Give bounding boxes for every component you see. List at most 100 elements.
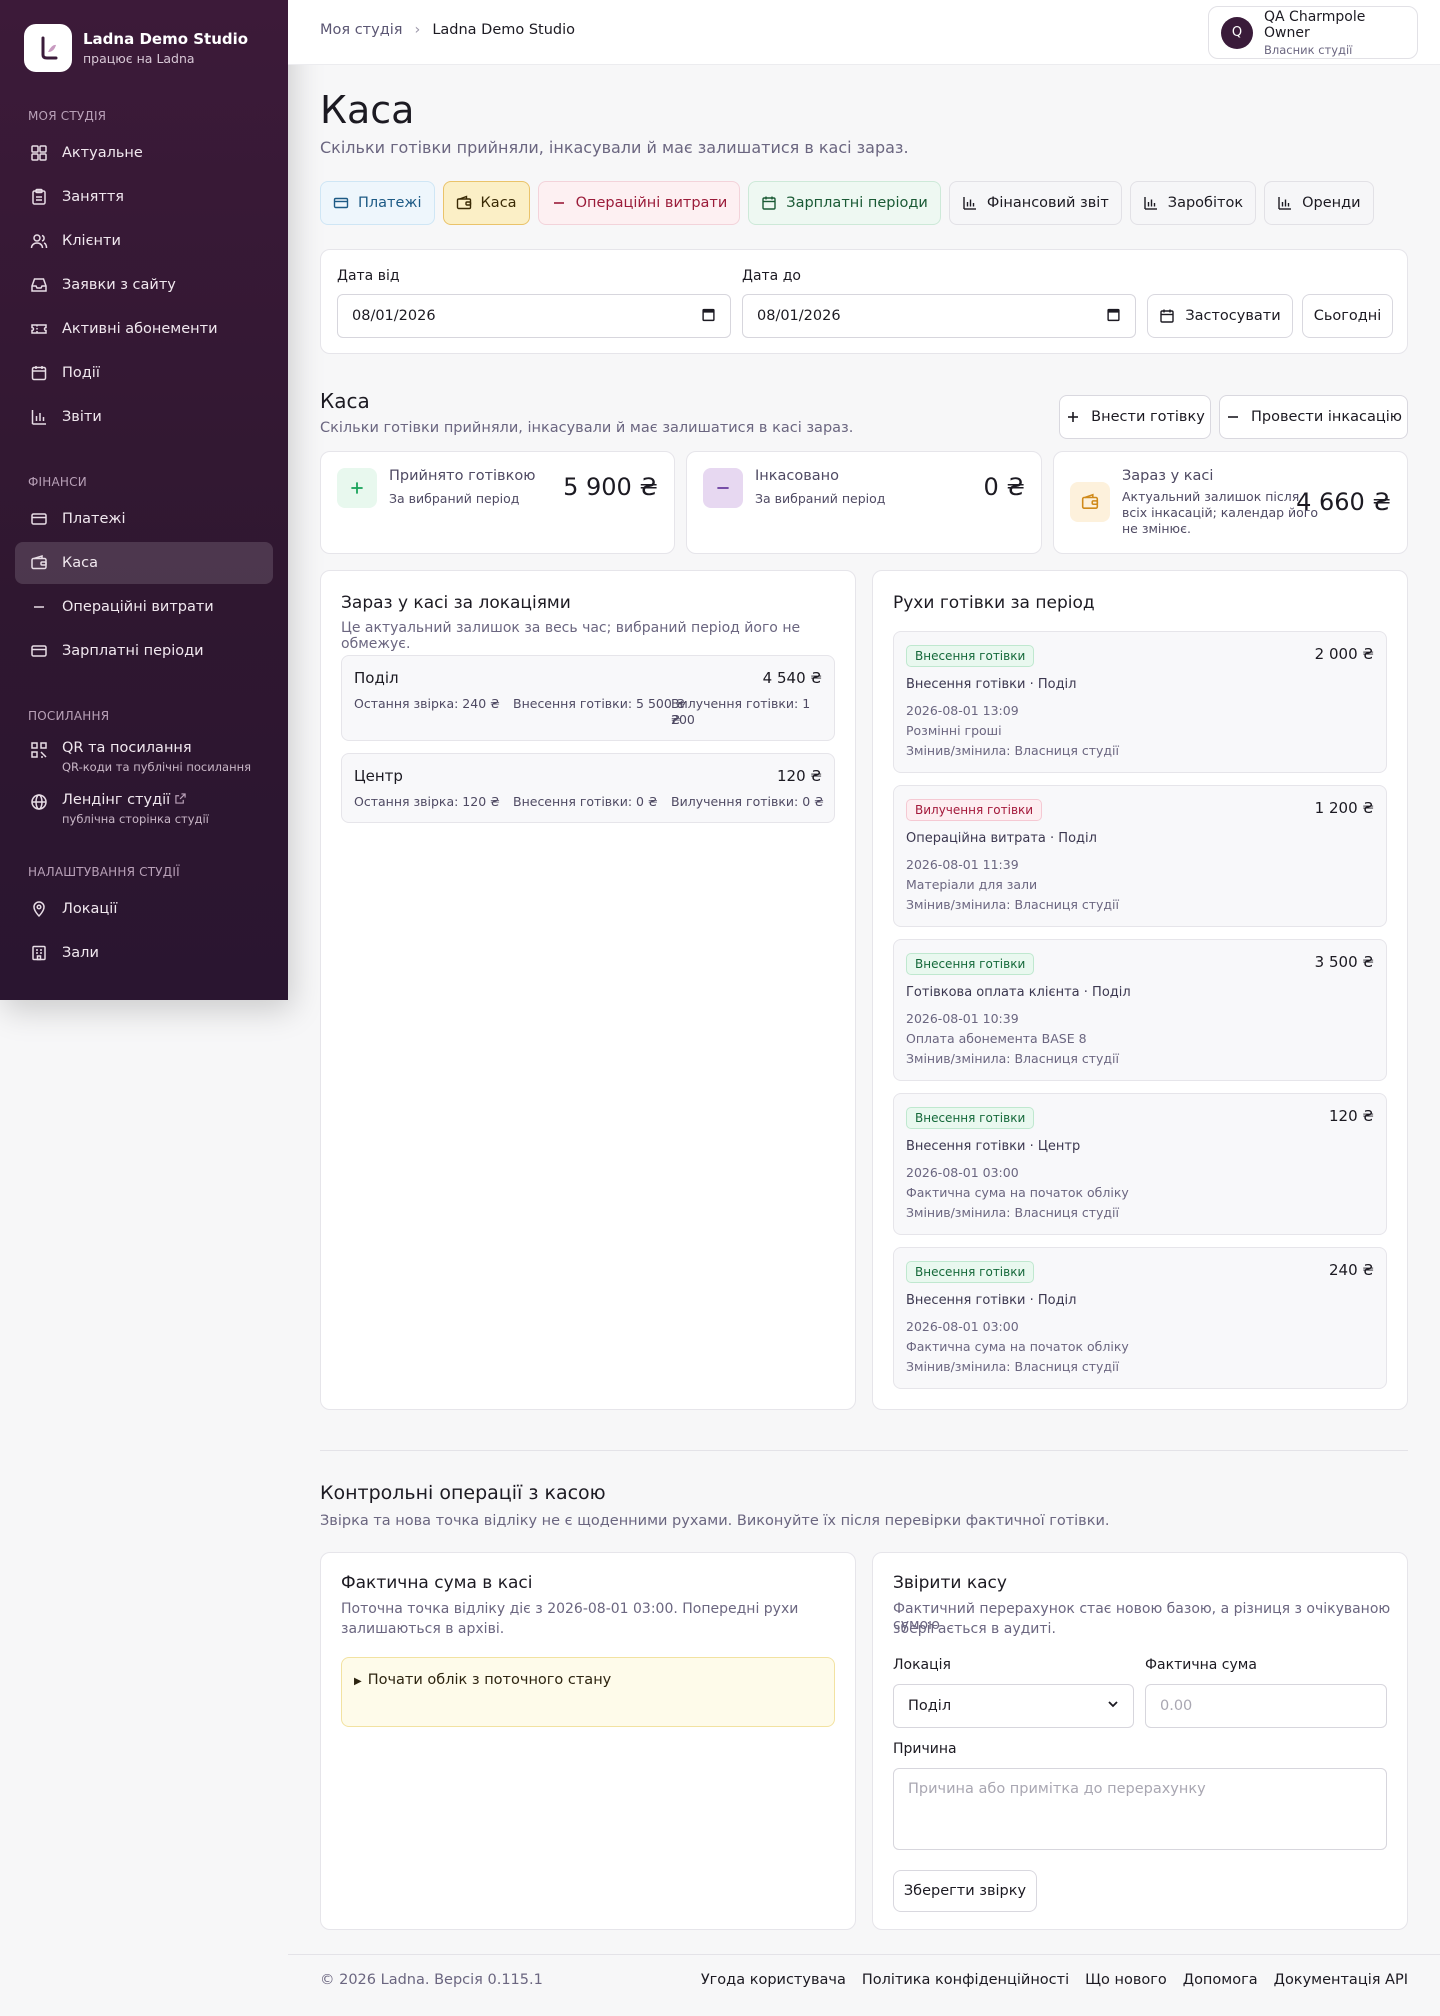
chevron-right-icon: › [414, 22, 421, 38]
move-author: Змінив/змінила: Власниця студії [906, 1359, 1120, 1374]
location-select-value: Поділ [908, 1698, 952, 1714]
footer-link-api-docs[interactable]: Документація API [1274, 1972, 1408, 1988]
bar-chart-icon [1144, 197, 1157, 210]
metric-sub: всіх інкасацій; календар його [1122, 505, 1319, 520]
sidebar-item-site-requests[interactable]: Заявки з сайту [15, 264, 273, 306]
sidebar-item-classes[interactable]: Заняття [15, 176, 273, 218]
sidebar-item-label: Активні абонементи [62, 321, 218, 337]
plus-icon [1068, 412, 1079, 422]
start-tracking-details[interactable]: ▶ Почати облік з поточного стану [341, 1657, 835, 1727]
section-label-my-studio: МОЯ СТУДІЯ [28, 109, 107, 123]
brand[interactable]: Ladna Demo Studio працює на Ladna [0, 0, 288, 74]
location-withdrawals-unit: ₴ [671, 712, 681, 727]
move-title: Готівкова оплата клієнта · Поділ [906, 985, 1131, 1000]
collect-cash-label: Провести інкасацію [1250, 409, 1402, 425]
sidebar-item-qr-links[interactable]: QR та посилання QR-коди та публічні посил… [15, 732, 273, 782]
page-lead: Скільки готівки прийняли, інкасували й м… [320, 138, 909, 157]
date-to-input[interactable]: 08/01/2026 [742, 294, 1136, 338]
sidebar-item-label: Події [62, 365, 100, 381]
move-amount: 120 ₴ [1328, 1107, 1374, 1125]
footer-link-terms[interactable]: Угода користувача [701, 1972, 846, 1988]
user-menu[interactable]: Q QA Charmpole Owner Власник студії [1208, 6, 1418, 59]
today-label: Сьогодні [1313, 308, 1382, 324]
sidebar-item-current[interactable]: Актуальне [15, 132, 273, 174]
tab-financial-report[interactable]: Фінансовий звіт [948, 181, 1122, 225]
deposit-cash-button[interactable]: Внести готівку [1059, 395, 1211, 439]
sidebar-item-label: Каса [62, 555, 99, 571]
section-label-studio-settings: НАЛАШТУВАННЯ СТУДІЇ [28, 865, 180, 879]
location-last-check: Остання звірка: 240 ₴ [354, 696, 500, 711]
locations-sub: Це актуальний залишок за весь час; вибра… [341, 620, 801, 652]
move-time: 2026-08-01 03:00 [906, 1165, 1019, 1180]
tab-salary-periods[interactable]: Зарплатні періоди [748, 181, 941, 225]
sidebar-item-label: QR та посилання [62, 740, 192, 756]
sidebar-item-events[interactable]: Події [15, 352, 273, 394]
location-withdrawals: Вилучення готівки: 0 ₴ [671, 794, 824, 809]
move-title: Внесення готівки · Поділ [906, 677, 1077, 692]
building-icon [30, 944, 48, 962]
cash-move-item: Внесення готівки 120 ₴ Внесення готівки · … [893, 1093, 1387, 1235]
metric-title: Зараз у касі [1122, 468, 1214, 484]
breadcrumb-my-studio[interactable]: Моя студія [320, 22, 403, 38]
collect-cash-button[interactable]: Провести інкасацію [1219, 395, 1408, 439]
control-sub: Звірка та нова точка відліку не є щоденн… [320, 1513, 1110, 1529]
cash-move-item: Внесення готівки 3 500 ₴ Готівкова оплата … [893, 939, 1387, 1081]
location-select[interactable]: Поділ [893, 1684, 1134, 1728]
reason-textarea[interactable]: Причина або примітка до перерахунку [893, 1768, 1387, 1850]
reconcile-card: Звірити касу Фактичний перерахунок стає … [872, 1552, 1408, 1930]
sidebar-item-landing[interactable]: Лендінг студії публічна сторінка студії [15, 784, 273, 834]
bar-chart-icon [963, 197, 976, 210]
tab-payments[interactable]: Платежі [320, 181, 435, 225]
sidebar-item-locations[interactable]: Локації [15, 888, 273, 930]
breadcrumb: Моя студія › Ladna Demo Studio [320, 22, 575, 38]
date-from-input[interactable]: 08/01/2026 [337, 294, 731, 338]
date-to-value: 08/01/2026 [757, 308, 841, 324]
qr-code-icon [30, 741, 48, 759]
move-title: Внесення готівки · Центр [906, 1139, 1081, 1154]
tab-label: Операційні витрати [575, 195, 728, 211]
bar-chart-icon [30, 408, 48, 426]
today-button[interactable]: Сьогодні [1302, 294, 1393, 338]
location-row: Центр 120 ₴ Остання звірка: 120 ₴ Внесен… [341, 753, 835, 823]
sidebar-item-label: Звіти [62, 409, 102, 425]
actual-sum-input[interactable]: 0.00 [1145, 1684, 1387, 1728]
metric-in-register: Зараз у касі Актуальний залишок після вс… [1053, 451, 1408, 554]
apply-button[interactable]: Застосувати [1147, 294, 1293, 338]
footer-link-whats-new[interactable]: Що нового [1085, 1972, 1167, 1988]
avatar: Q [1221, 16, 1253, 49]
tab-operational-expenses[interactable]: Операційні витрати [537, 181, 741, 225]
sidebar-item-payments[interactable]: Платежі [15, 498, 273, 540]
cash-move-item: Вилучення готівки 1 200 ₴ Операційна витра… [893, 785, 1387, 927]
location-name: Поділ [354, 669, 399, 687]
sidebar-item-halls[interactable]: Зали [15, 932, 273, 974]
actual-sum-sub: Поточна точка відліку діє з 2026-08-01 0… [341, 1601, 799, 1617]
actual-sum-card: Фактична сума в касі Поточна точка відлі… [320, 1552, 856, 1930]
section-label-links: ПОСИЛАННЯ [28, 709, 110, 723]
chevron-down-icon [1107, 1698, 1119, 1714]
tab-rentals[interactable]: Оренди [1264, 181, 1374, 225]
footer-link-help[interactable]: Допомога [1183, 1972, 1258, 1988]
sidebar-item-expenses[interactable]: Операційні витрати [15, 586, 273, 628]
sidebar-item-clients[interactable]: Клієнти [15, 220, 273, 262]
sidebar-item-label: Клієнти [62, 233, 121, 249]
footer-link-privacy[interactable]: Політика конфіденційності [862, 1972, 1069, 1988]
metric-sub: не змінює. [1122, 521, 1191, 536]
move-note: Матеріали для зали [906, 877, 1038, 892]
save-check-button[interactable]: Зберегти звірку [893, 1870, 1037, 1912]
user-role: Власник студії [1264, 42, 1353, 57]
sidebar-item-cash[interactable]: Каса [15, 542, 273, 584]
sidebar-item-active-passes[interactable]: Активні абонементи [15, 308, 273, 350]
ticket-icon [30, 320, 48, 338]
tab-cash[interactable]: Каса [442, 181, 530, 225]
sidebar-item-reports[interactable]: Звіти [15, 396, 273, 438]
move-author: Змінив/змінила: Власниця студії [906, 1051, 1120, 1066]
move-title: Внесення готівки · Поділ [906, 1293, 1077, 1308]
sidebar-item-label: Операційні витрати [62, 599, 214, 615]
location-name: Центр [354, 767, 403, 785]
footer-divider [288, 1954, 1440, 1955]
tab-earnings[interactable]: Заробіток [1129, 181, 1257, 225]
globe-icon [30, 793, 48, 811]
move-note: Фактична сума на початок обліку [906, 1339, 1129, 1354]
sidebar-item-salary-periods[interactable]: Зарплатні періоди [15, 630, 273, 672]
move-type-badge: Вилучення готівки [906, 799, 1043, 821]
